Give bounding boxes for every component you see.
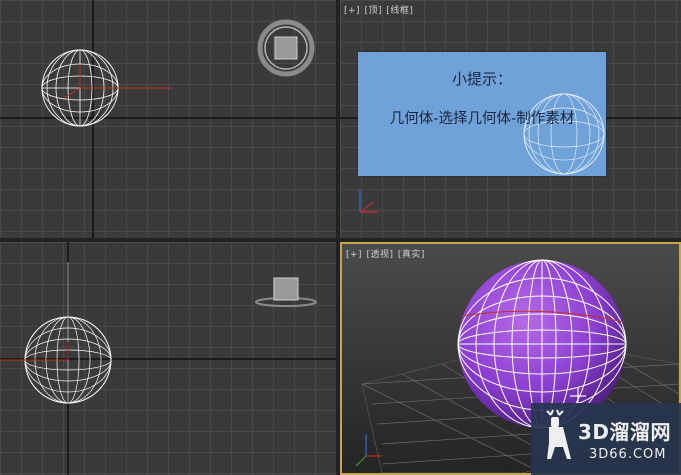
viewport-bottom-left-canvas: [0, 242, 336, 475]
deer-logo-icon: [546, 409, 571, 459]
axis-tripod-icon: [359, 190, 378, 213]
watermark-url: 3D66.COM: [589, 447, 667, 462]
viewport-top[interactable]: [+] [顶] [线框] 小提示： 几何体-选择几何体-制作素材: [340, 0, 681, 238]
viewport-top-left[interactable]: [0, 0, 336, 238]
viewport-bottom-left[interactable]: [0, 242, 336, 475]
tip-title: 小提示：: [451, 70, 512, 88]
tip-text: 几何体-选择几何体-制作素材: [389, 111, 575, 127]
watermark-brand: 3D溜溜网: [578, 420, 672, 444]
viewport-divider-horizontal[interactable]: [0, 238, 681, 242]
viewcube-icon[interactable]: [257, 19, 315, 77]
watermark-3d66: 3D溜溜网 3D66.COM: [531, 403, 681, 475]
axis-tripod-icon: [355, 434, 382, 467]
viewcube-icon[interactable]: [255, 277, 317, 307]
tip-box: 小提示： 几何体-选择几何体-制作素材: [358, 52, 606, 176]
viewport-top-left-canvas: [0, 0, 336, 238]
